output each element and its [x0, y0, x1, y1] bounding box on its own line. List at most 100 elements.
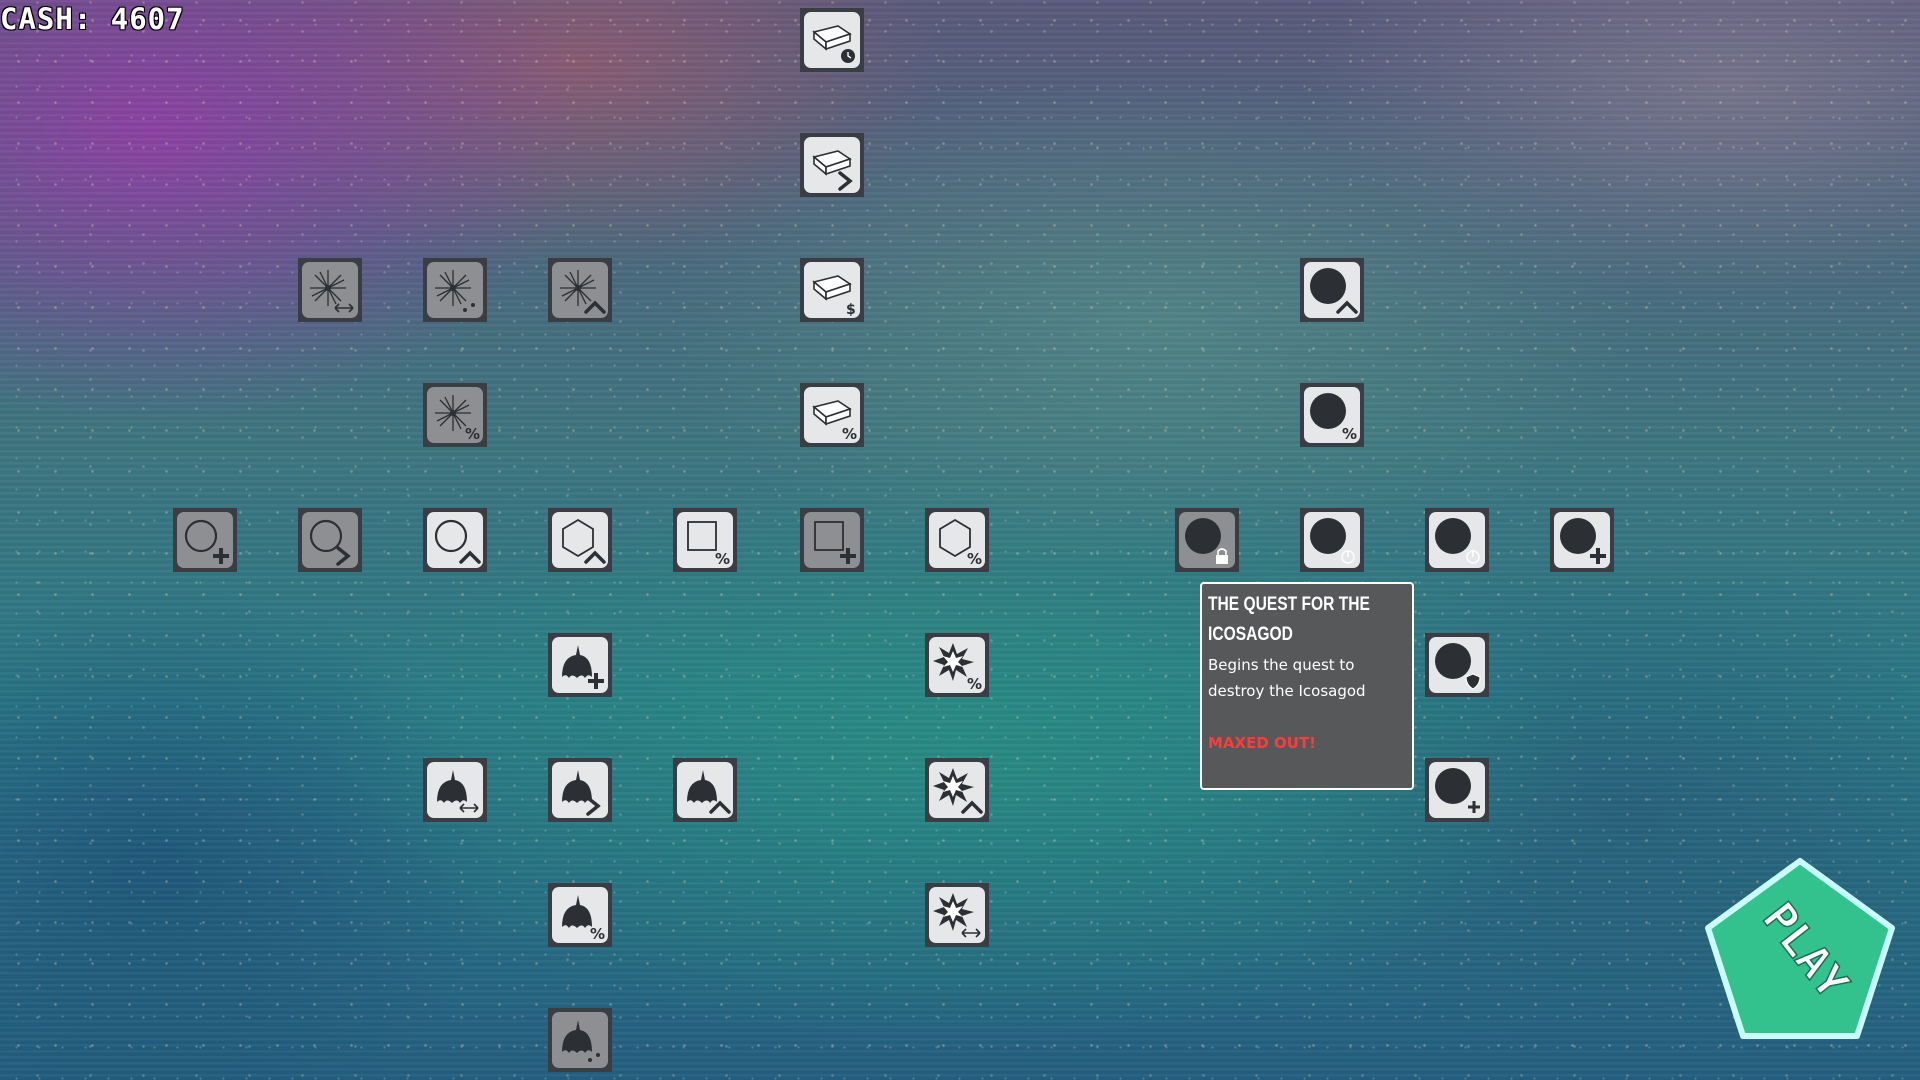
upgrade-node-spike-plus[interactable]: [548, 633, 612, 697]
upgrade-node-spike-up[interactable]: [673, 758, 737, 822]
orb-icon: [1435, 518, 1480, 564]
upgrade-node-face: %: [552, 887, 608, 943]
upgrade-node-face: [177, 512, 233, 568]
sparkle-icon: %: [435, 395, 480, 443]
square-icon: [814, 521, 856, 564]
orb-icon: [1185, 518, 1228, 564]
ingot-icon: [812, 150, 853, 191]
upgrade-node-face: [552, 637, 608, 693]
upgrade-node-face: %: [929, 637, 985, 693]
upgrade-node-face: [929, 887, 985, 943]
upgrade-node-face: [1429, 512, 1485, 568]
upgrade-node-icosa-up[interactable]: [1300, 258, 1364, 322]
spike-icon: %: [562, 895, 605, 943]
upgrade-node-face: %: [427, 387, 483, 443]
upgrade-node-face: [552, 512, 608, 568]
upgrade-node-burst-arrows[interactable]: [925, 883, 989, 947]
chevron-up-icon: [1336, 300, 1358, 314]
chevron-up-icon: [584, 550, 606, 564]
spike-icon: [687, 770, 731, 814]
arrows-lr-icon: [334, 303, 354, 313]
percent-icon: %: [715, 550, 730, 568]
svg-text:$: $: [846, 302, 856, 318]
tooltip-title: THE QUEST FOR THE ICOSAGOD: [1208, 594, 1370, 645]
upgrade-node-ingot-dollar[interactable]: $: [800, 258, 864, 322]
upgrade-node-face: [552, 762, 608, 818]
svg-text:%: %: [465, 425, 480, 443]
upgrade-node-icosa-shield[interactable]: [1425, 633, 1489, 697]
percent-icon: %: [1342, 425, 1357, 443]
upgrade-node-spike-percent[interactable]: %: [548, 883, 612, 947]
upgrade-node-face: [552, 262, 608, 318]
upgrade-node-ring-up[interactable]: [423, 508, 487, 572]
hexagon-icon: %: [939, 518, 982, 568]
upgrade-node-square-percent[interactable]: %: [673, 508, 737, 572]
percent-icon: %: [465, 425, 480, 443]
percent-icon: %: [967, 550, 982, 568]
tooltip-description: Begins the quest to destroy the Icosagod: [1208, 656, 1366, 700]
upgrade-node-face: [427, 762, 483, 818]
upgrade-node-square-plus[interactable]: [800, 508, 864, 572]
upgrade-node-face: [552, 1012, 608, 1068]
svg-text:%: %: [715, 550, 730, 568]
burst-icon: %: [933, 643, 982, 693]
upgrade-node-hexagon-percent[interactable]: %: [925, 508, 989, 572]
upgrade-node-spike-dots[interactable]: [548, 1008, 612, 1072]
upgrade-node-face: [804, 137, 860, 193]
upgrade-node-icosa-sparkplus[interactable]: [1425, 758, 1489, 822]
sparkle-icon: [560, 270, 606, 314]
upgrade-node-face: [427, 262, 483, 318]
ring-icon: [309, 519, 351, 566]
orb-icon: [1310, 268, 1358, 314]
svg-text:%: %: [967, 550, 982, 568]
upgrade-node-ring-plus[interactable]: [173, 508, 237, 572]
upgrade-node-face: [1429, 762, 1485, 818]
upgrade-node-burst-up[interactable]: [925, 758, 989, 822]
upgrade-node-ingot-chevron[interactable]: [800, 133, 864, 197]
burst-icon: [933, 893, 981, 938]
ingot-icon: %: [812, 400, 857, 443]
dollar-icon: $: [846, 302, 856, 318]
plus-icon: [213, 548, 229, 564]
upgrade-node-spike-chevron[interactable]: [548, 758, 612, 822]
sparkle-icon: [435, 270, 475, 312]
square-icon: %: [687, 521, 730, 568]
play-button[interactable]: PLAY: [1700, 855, 1900, 1051]
ingot-icon: $: [812, 275, 856, 318]
upgrade-node-icosa-plus[interactable]: [1550, 508, 1614, 572]
orb-icon: [1435, 768, 1480, 813]
chevron-right-icon: [586, 796, 601, 816]
spike-icon: [562, 645, 604, 689]
hexagon-icon: [562, 518, 606, 564]
power-icon: [1466, 550, 1480, 564]
upgrade-node-ring-chevron[interactable]: [298, 508, 362, 572]
upgrade-node-icosa-percent[interactable]: %: [1300, 383, 1364, 447]
upgrade-node-ingot-percent[interactable]: %: [800, 383, 864, 447]
upgrade-node-face: [302, 512, 358, 568]
upgrade-node-spike-arrows[interactable]: [423, 758, 487, 822]
upgrade-node-icosa-power-2[interactable]: [1425, 508, 1489, 572]
upgrade-node-sparkle-dots[interactable]: [423, 258, 487, 322]
svg-text:%: %: [1342, 425, 1357, 443]
upgrade-node-hexagon-up[interactable]: [548, 508, 612, 572]
upgrade-node-face: %: [677, 512, 733, 568]
shield-icon: [1465, 673, 1481, 690]
upgrade-node-sparkle-up[interactable]: [548, 258, 612, 322]
spike-icon: [562, 1020, 600, 1062]
chevron-up-icon: [459, 550, 481, 564]
upgrade-node-face: %: [1304, 387, 1360, 443]
svg-text:%: %: [842, 425, 857, 443]
cash-counter: CASH: 4607: [0, 2, 185, 36]
upgrade-node-sparkle-arrows[interactable]: [298, 258, 362, 322]
upgrade-node-face: [804, 512, 860, 568]
percent-icon: %: [967, 675, 982, 693]
upgrade-node-ingot-clock[interactable]: [800, 8, 864, 72]
upgrade-node-burst-percent[interactable]: %: [925, 633, 989, 697]
upgrade-node-icosa-power[interactable]: [1300, 508, 1364, 572]
upgrade-node-face: [302, 262, 358, 318]
upgrade-node-face: [1429, 637, 1485, 693]
orb-icon: [1310, 518, 1355, 564]
upgrade-node-icosa-lock[interactable]: [1175, 508, 1239, 572]
upgrade-node-sparkle-percent[interactable]: %: [423, 383, 487, 447]
sparkle-icon: [310, 270, 354, 313]
